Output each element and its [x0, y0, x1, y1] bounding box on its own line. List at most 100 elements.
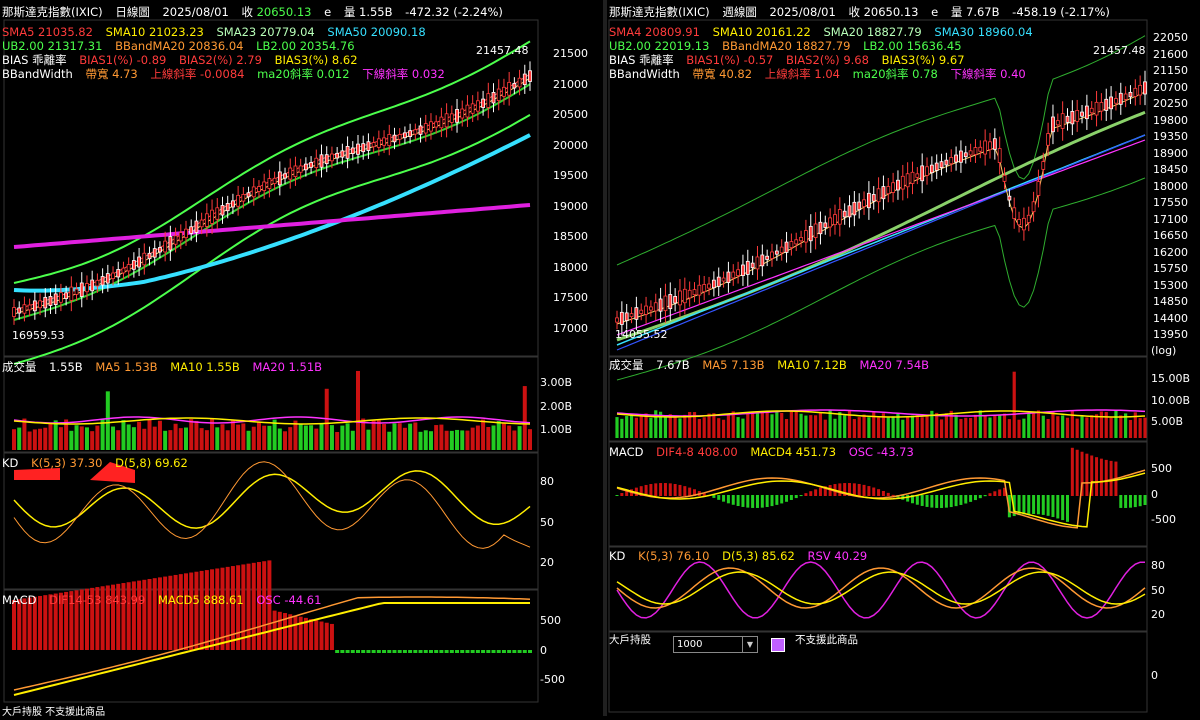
osc-bar — [366, 650, 371, 653]
weekly-chart-panel[interactable]: 那斯達克指數(IXIC) 週線圖 2025/08/01 收 20650.13 e… — [607, 0, 1200, 716]
holders-color-icon[interactable] — [771, 638, 785, 652]
osc-bar — [862, 484, 866, 496]
axis-tick-label: 20500 — [553, 108, 588, 122]
volume-bar — [809, 415, 813, 438]
volume-bar — [168, 430, 173, 450]
daily-chart-panel[interactable]: 那斯達克指數(IXIC) 日線圖 2025/08/01 收 20650.13 e… — [0, 0, 603, 718]
candlestick — [298, 165, 303, 173]
volume-bar — [959, 418, 963, 438]
candlestick — [163, 240, 168, 253]
volume-bar — [620, 418, 624, 438]
volume-bar — [794, 411, 798, 438]
candlestick — [522, 73, 527, 86]
volume-bar — [1094, 414, 1099, 438]
volume-bar — [496, 421, 501, 450]
osc-bar — [397, 650, 402, 653]
axis-tick-label: 18000 — [553, 260, 588, 274]
volume-bar — [413, 422, 418, 450]
axis-tick-label: 80 — [540, 475, 554, 488]
bias-label: BIAS 乖離率 — [609, 53, 674, 67]
osc-bar — [439, 650, 444, 653]
weekly-kd-header: KD K(5,3) 76.10 D(5,3) 85.62 RSV 40.29 — [609, 549, 876, 564]
axis-tick-label: 20250 — [1153, 97, 1188, 110]
volume-bar — [876, 417, 881, 438]
osc-bar — [314, 620, 319, 650]
candlestick — [702, 284, 707, 293]
volume-bar — [789, 410, 793, 438]
bias3-value: BIAS3(%) 8.62 — [274, 53, 358, 67]
volume-bar — [1143, 417, 1147, 438]
volume-bar — [17, 427, 22, 450]
osc-bar — [940, 495, 944, 508]
osc-bar — [147, 578, 152, 650]
chevron-down-icon[interactable]: ▼ — [742, 637, 757, 652]
osc-bar — [204, 570, 209, 650]
candlestick — [361, 143, 366, 153]
volume-bar — [251, 426, 256, 450]
bbandma-value: BBandMA20 20836.04 — [115, 39, 244, 53]
osc-bar — [988, 493, 992, 496]
daily-chart-canvas[interactable] — [0, 0, 603, 716]
volume-bar — [184, 427, 188, 450]
volume-bar — [654, 410, 658, 438]
volume-bar — [215, 427, 220, 450]
volume-bar — [707, 413, 711, 438]
candlestick — [731, 271, 736, 279]
volume-bar — [629, 414, 634, 438]
volume-bar — [949, 410, 953, 438]
osc-bar — [1119, 495, 1123, 508]
volume-bar — [475, 425, 480, 450]
volume-bar — [387, 431, 392, 450]
osc-bar — [507, 650, 512, 653]
volume-bar — [517, 426, 522, 450]
osc-bar — [408, 650, 413, 653]
volume-bar — [726, 414, 731, 438]
axis-tick-label: 21600 — [1153, 47, 1188, 61]
candlestick — [1065, 115, 1070, 123]
candlestick — [915, 173, 920, 178]
osc-bar — [794, 495, 798, 499]
volume-bar — [814, 415, 818, 438]
candlestick — [231, 200, 235, 208]
candlestick — [382, 137, 386, 146]
vol-ma5: MA5 7.13B — [702, 358, 765, 372]
osc-bar — [1027, 495, 1031, 515]
osc-bar — [199, 570, 204, 650]
volume-bar — [392, 423, 397, 450]
osc-bar — [780, 495, 784, 504]
osc-bar — [1075, 449, 1079, 496]
axis-tick-label: 19500 — [553, 169, 588, 183]
candlestick — [90, 279, 95, 292]
osc-bar — [954, 495, 958, 507]
volume-bar — [1002, 413, 1007, 438]
holders-select[interactable]: 1000 ▼ — [673, 636, 758, 653]
k-value: K(5,3) 76.10 — [638, 549, 710, 563]
volume-bar — [116, 430, 121, 450]
osc-bar — [1143, 495, 1147, 506]
candlestick — [881, 186, 886, 200]
macd-line — [616, 472, 1146, 528]
volume-bar — [625, 416, 629, 438]
volume-bar — [891, 416, 895, 438]
candlestick — [413, 129, 418, 135]
candlestick — [624, 312, 629, 322]
candlestick — [1031, 201, 1036, 213]
osc-bar — [838, 483, 842, 496]
candlestick — [330, 153, 334, 162]
axis-tick-label: 20700 — [1153, 80, 1188, 94]
candlestick — [823, 222, 828, 228]
volume-bar — [288, 427, 293, 450]
volume-bar — [178, 428, 183, 450]
axis-tick-label: 50 — [1151, 583, 1165, 597]
volume-bar — [74, 425, 79, 450]
candlestick — [896, 179, 900, 191]
osc-bar — [959, 495, 963, 505]
candlestick — [403, 132, 407, 139]
volume-bar — [423, 430, 428, 450]
osc-bar — [434, 650, 439, 653]
osc-bar — [765, 495, 769, 508]
candlestick — [649, 306, 653, 311]
osc-bar — [356, 650, 360, 653]
bias2-value: BIAS2(%) 2.79 — [179, 53, 262, 67]
candlestick — [512, 83, 517, 89]
